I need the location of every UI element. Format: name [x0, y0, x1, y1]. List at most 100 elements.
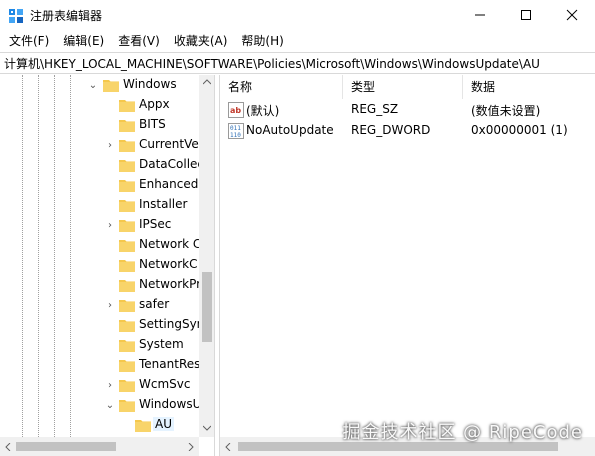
column-header-type[interactable]: 类型: [343, 75, 463, 99]
maximize-icon: [521, 10, 531, 20]
tree-item-windows[interactable]: ⌄ Windows: [0, 75, 199, 95]
tree-item[interactable]: SettingSyn: [0, 315, 199, 335]
tree-item-label: safer: [139, 297, 170, 311]
folder-icon: [119, 220, 135, 232]
tree-item[interactable]: ⌄ WindowsU: [0, 395, 199, 415]
tree-item-label: NetworkC: [139, 257, 198, 271]
folder-icon: [119, 100, 135, 112]
tree-item-label: EnhancedS: [139, 177, 199, 191]
scroll-down-icon[interactable]: [203, 425, 211, 431]
menu-help[interactable]: 帮助(H): [234, 31, 290, 51]
value-row[interactable]: ab (默认) REG_SZ (数值未设置): [220, 100, 595, 120]
tree-item[interactable]: BITS: [0, 115, 199, 135]
title-bar: 注册表编辑器: [0, 0, 595, 30]
tree-item-label: CurrentVe: [139, 137, 199, 151]
minimize-button[interactable]: [457, 0, 503, 30]
chevron-right-icon[interactable]: ›: [105, 135, 115, 155]
tree-item-label: AU: [153, 417, 174, 431]
tree-vertical-scrollbar[interactable]: [199, 75, 214, 437]
folder-icon: [119, 380, 135, 392]
tree-item-label: BITS: [139, 117, 166, 131]
folder-icon: [119, 120, 135, 132]
tree-item[interactable]: System: [0, 335, 199, 355]
tree-item[interactable]: › WcmSvc: [0, 375, 199, 395]
tree-item[interactable]: TenantRes: [0, 355, 199, 375]
scroll-right-icon[interactable]: [188, 443, 194, 451]
scroll-up-icon[interactable]: [203, 79, 211, 85]
scroll-thumb[interactable]: [202, 272, 212, 342]
value-name: NoAutoUpdate: [246, 123, 334, 137]
address-bar[interactable]: 计算机\HKEY_LOCAL_MACHINE\SOFTWARE\Policies…: [0, 52, 595, 74]
value-data: 0x00000001 (1): [471, 123, 568, 137]
folder-icon: [103, 80, 119, 92]
window-title: 注册表编辑器: [30, 9, 103, 23]
tree-item-label: TenantRes: [139, 357, 199, 371]
tree-horizontal-scrollbar[interactable]: [0, 437, 199, 456]
value-data: (数值未设置): [471, 104, 541, 118]
folder-icon: [119, 280, 135, 292]
tree-item-label: IPSec: [139, 217, 172, 231]
tree-item[interactable]: Network C: [0, 235, 199, 255]
tree-item-au[interactable]: AU: [0, 415, 199, 435]
scroll-left-icon[interactable]: [5, 443, 11, 451]
close-button[interactable]: [549, 0, 595, 30]
string-value-icon: ab: [228, 102, 244, 118]
tree-item-label: WindowsU: [139, 397, 199, 411]
tree-item[interactable]: › safer: [0, 295, 199, 315]
scroll-left-icon[interactable]: [225, 443, 231, 451]
tree-item-label: Windows: [123, 77, 177, 91]
watermark: 掘金技术社区 @ RipeCode: [342, 422, 583, 443]
tree-item-label: NetworkPr: [139, 277, 199, 291]
value-name: (默认): [246, 104, 280, 118]
folder-icon: [119, 180, 135, 192]
tree-item[interactable]: › CurrentVe: [0, 135, 199, 155]
column-header-name[interactable]: 名称: [220, 75, 343, 99]
menu-edit[interactable]: 编辑(E): [56, 31, 111, 51]
menu-favorites[interactable]: 收藏夹(A): [167, 31, 235, 51]
menu-view[interactable]: 查看(V): [111, 31, 167, 51]
folder-icon: [119, 300, 135, 312]
maximize-button[interactable]: [503, 0, 549, 30]
column-header-data[interactable]: 数据: [463, 75, 595, 99]
scroll-thumb[interactable]: [16, 442, 116, 451]
minimize-icon: [475, 14, 485, 16]
tree-item-label: DataCollec: [139, 157, 199, 171]
tree-item[interactable]: EnhancedS: [0, 175, 199, 195]
chevron-right-icon[interactable]: ›: [105, 215, 115, 235]
tree-item[interactable]: NetworkC: [0, 255, 199, 275]
svg-text:011: 011: [230, 125, 241, 132]
folder-icon: [119, 200, 135, 212]
folder-icon: [119, 320, 135, 332]
folder-icon: [119, 400, 135, 412]
tree-item-label: System: [139, 337, 184, 351]
value-type: REG_DWORD: [351, 123, 431, 137]
value-type: REG_SZ: [351, 102, 399, 116]
tree-item-label: Installer: [139, 197, 188, 211]
tree-item[interactable]: NetworkPr: [0, 275, 199, 295]
chevron-right-icon[interactable]: ›: [105, 295, 115, 315]
values-list: 名称 类型 数据 ab (默认) REG_SZ (数值未设置) 011 110 …: [219, 75, 595, 456]
folder-icon: [119, 340, 135, 352]
folder-icon: [119, 360, 135, 372]
tree-item-label: SettingSyn: [139, 317, 199, 331]
tree-pane: ⌄ Windows Appx BITS › CurrentVe DataCollec En…: [0, 75, 215, 456]
svg-text:110: 110: [230, 132, 241, 139]
folder-icon: [119, 240, 135, 252]
close-icon: [566, 9, 578, 21]
value-row[interactable]: 011 110 NoAutoUpdate REG_DWORD 0x0000000…: [220, 121, 595, 141]
tree-item[interactable]: DataCollec: [0, 155, 199, 175]
binary-value-icon: 011 110: [228, 123, 244, 139]
chevron-right-icon[interactable]: ›: [105, 375, 115, 395]
chevron-down-icon[interactable]: ⌄: [105, 395, 115, 415]
tree-item-label: Appx: [139, 97, 170, 111]
tree-item-label: Network C: [139, 237, 199, 251]
menu-bar: 文件(F) 编辑(E) 查看(V) 收藏夹(A) 帮助(H): [0, 30, 595, 52]
chevron-down-icon[interactable]: ⌄: [88, 75, 98, 95]
regedit-icon: [9, 9, 23, 23]
folder-icon: [119, 140, 135, 152]
menu-file[interactable]: 文件(F): [2, 31, 56, 51]
tree-item[interactable]: Appx: [0, 95, 199, 115]
tree-item[interactable]: › IPSec: [0, 215, 199, 235]
folder-icon: [135, 420, 151, 432]
tree-item[interactable]: Installer: [0, 195, 199, 215]
